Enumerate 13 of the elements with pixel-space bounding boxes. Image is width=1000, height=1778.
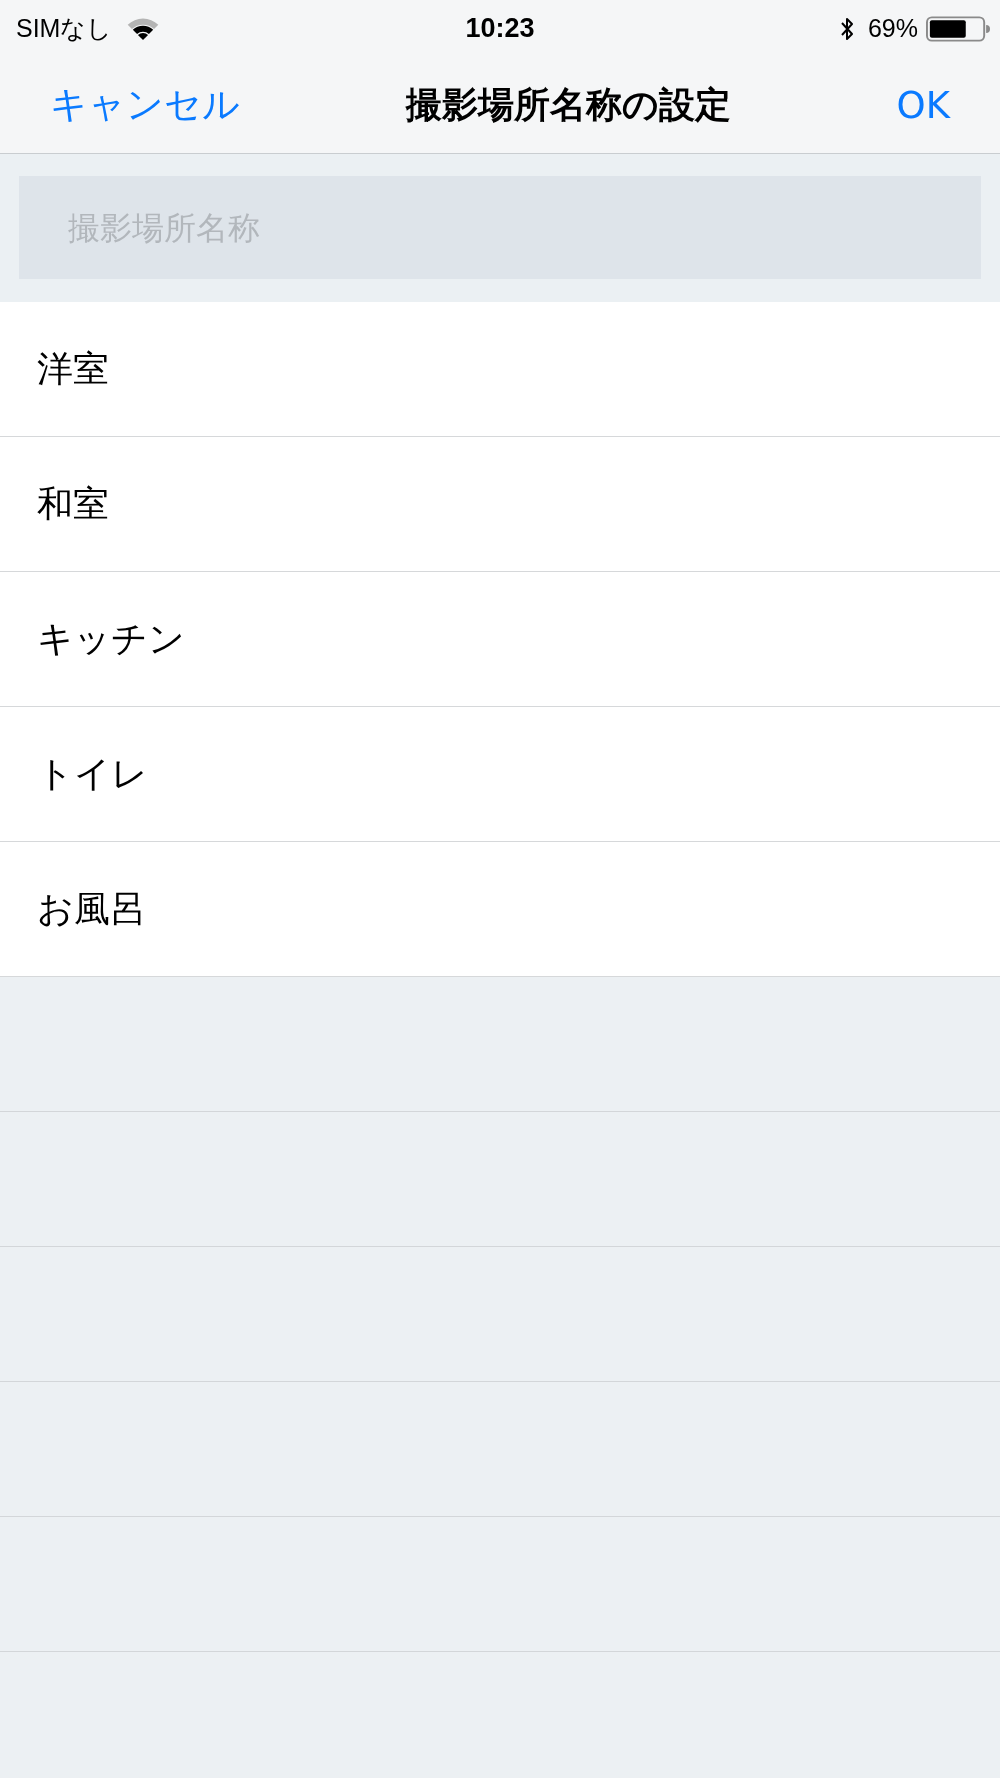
cancel-button[interactable]: キャンセル [50,80,240,130]
battery-percent: 69% [867,14,918,43]
nav-title: 撮影場所名称の設定 [405,82,731,127]
list-item[interactable]: お風呂 [0,842,1000,977]
carrier-label: SIMなし [16,13,113,44]
list-item[interactable]: キッチン [0,572,1000,707]
bluetooth-icon [839,15,854,42]
clock-time: 10:23 [465,13,535,44]
list-item[interactable]: 和室 [0,437,1000,572]
battery-icon [926,15,990,42]
list-item[interactable]: 洋室 [0,302,1000,437]
list-item[interactable]: トイレ [0,707,1000,842]
ok-button[interactable]: OK [896,83,950,127]
